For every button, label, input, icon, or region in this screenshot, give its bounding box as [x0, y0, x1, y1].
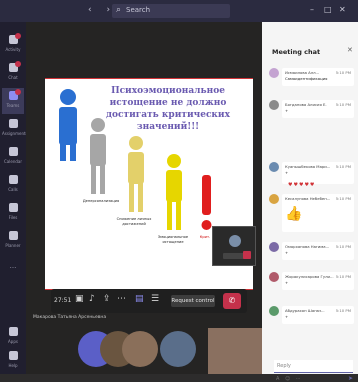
exclamation-icon — [201, 175, 212, 230]
participants-icon[interactable]: ☰ — [151, 294, 159, 304]
slide-label-depersonalization: Деперсонализация — [82, 199, 120, 203]
hang-up-button[interactable]: ✆ — [223, 293, 241, 309]
assignments-icon — [9, 119, 18, 128]
chat-message: Жоракулисарова Гули... 5:10 PM + — [264, 272, 356, 292]
rail-item-help[interactable]: Help — [2, 348, 24, 374]
person-figure-lightyellow — [128, 136, 144, 212]
send-icon[interactable]: ➤ — [348, 375, 353, 382]
compose-toolbar[interactable]: A ☺ ⋯ — [276, 376, 303, 382]
avatar — [269, 272, 279, 282]
app-rail: Activity Chat Teams Assignments Calendar… — [0, 22, 28, 374]
person-figure-yellow — [166, 154, 182, 230]
more-options-icon[interactable]: ⋯ — [117, 294, 126, 304]
avatar — [229, 235, 241, 247]
call-timer: 27:51 — [54, 297, 72, 304]
meeting-chat-panel: Meeting chat ✕ Исмаилова Алл... 5:10 PM … — [262, 22, 358, 382]
person-figure-grey — [90, 118, 106, 194]
request-control-button[interactable]: Request control — [171, 295, 215, 307]
rail-item-chat[interactable]: Chat — [2, 60, 24, 86]
rail-item-apps[interactable]: Apps — [2, 324, 24, 350]
avatar — [269, 100, 279, 110]
notification-badge — [15, 33, 21, 39]
camera-icon[interactable]: ▣ — [75, 294, 84, 304]
chat-message: Кесалунова Небебен... 5:10 PM 👍 — [264, 194, 356, 234]
participant-avatar[interactable] — [160, 331, 196, 367]
rail-item-more[interactable]: ... — [2, 256, 24, 282]
file-icon — [9, 203, 18, 212]
slide-label-achievements: Снижение личных достижений — [116, 217, 152, 226]
notification-badge — [15, 89, 21, 95]
share-icon[interactable]: ⇪ — [103, 294, 111, 304]
notification-badge — [15, 61, 21, 67]
call-controls: 27:51 ▣ ♪ ⇪ ⋯ ▤ ☰ Request control ✆ — [51, 289, 247, 313]
avatar — [269, 242, 279, 252]
phone-icon — [9, 175, 18, 184]
close-window-icon[interactable]: ✕ — [339, 5, 346, 14]
self-view-controls[interactable] — [223, 253, 245, 259]
person-figure-blue — [59, 89, 77, 161]
search-placeholder: Search — [126, 6, 151, 14]
chat-toggle-icon[interactable]: ▤ — [135, 294, 144, 304]
rail-item-assignments[interactable]: Assignments — [2, 116, 28, 142]
rail-item-files[interactable]: Files — [2, 200, 24, 226]
rail-item-calls[interactable]: Calls — [2, 172, 24, 198]
rail-item-teams[interactable]: Teams — [2, 88, 24, 114]
chat-message: Богданова Алисия Е. 5:10 PM + — [264, 100, 356, 120]
close-icon[interactable]: ✕ — [347, 46, 353, 54]
planner-icon — [9, 231, 18, 240]
reply-input[interactable]: Reply — [274, 360, 353, 373]
rail-item-calendar[interactable]: Calendar — [2, 144, 24, 170]
apps-icon — [9, 327, 18, 336]
avatar — [269, 68, 279, 78]
chat-message: Абдурахон Шаназ... 5:10 PM + — [264, 306, 356, 326]
rail-item-planner[interactable]: Planner — [2, 228, 24, 254]
microphone-icon[interactable]: ♪ — [89, 294, 95, 304]
chat-message: Исмаилова Алл... 5:10 PM Самоидентификац… — [264, 68, 356, 88]
presenter-caption: Макарова Татьяна Арсеньевна — [33, 315, 107, 320]
chat-title: Meeting chat — [272, 48, 321, 56]
self-view-tile[interactable] — [212, 226, 256, 266]
emoji-reactions[interactable]: ♥♥♥♥♥ — [288, 182, 315, 188]
calendar-icon — [9, 147, 18, 156]
participant-avatar[interactable] — [122, 331, 158, 367]
slide-label-exhaustion: Эмоциональное истощение — [157, 235, 189, 244]
avatar — [269, 306, 279, 316]
search-input[interactable]: ⌕ Search — [112, 4, 230, 18]
help-icon — [9, 351, 18, 360]
chat-message: Куанышбекова Мари... 5:10 PM + ♥♥♥♥♥ — [264, 162, 356, 188]
minimize-icon[interactable]: – — [310, 5, 314, 14]
participant-video-tile[interactable] — [208, 328, 262, 374]
maximize-icon[interactable]: □ — [324, 5, 332, 14]
avatar — [269, 162, 279, 172]
search-icon: ⌕ — [116, 5, 122, 15]
rail-item-activity[interactable]: Activity — [2, 32, 24, 58]
stop-sharing-icon[interactable] — [243, 251, 251, 259]
thumbs-up-icon: 👍 — [285, 206, 303, 222]
avatar — [269, 194, 279, 204]
chat-message: Оморханова Нагима... 5:10 PM + — [264, 242, 356, 262]
